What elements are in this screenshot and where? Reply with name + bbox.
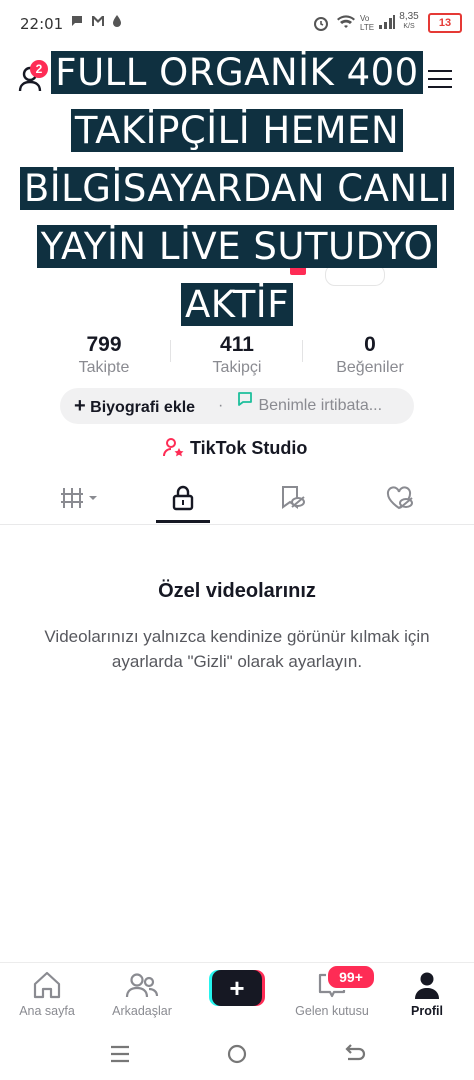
- overlay-caption: FULL ORGANİK 400 TAKİPÇİLİ HEMEN BİLGİSA…: [8, 44, 466, 334]
- stat-value: 0: [364, 333, 376, 356]
- overlay-line: YAYİN LİVE SUTUDYO: [36, 225, 438, 268]
- lock-icon: [169, 485, 197, 516]
- nav-home[interactable]: Ana sayfa: [2, 968, 92, 1018]
- bookmark-hidden-icon: [278, 486, 306, 516]
- overlay-line: FULL ORGANİK 400: [51, 51, 423, 94]
- add-bio-label: Biyografi ekle: [90, 399, 196, 416]
- stat-following[interactable]: 799 Takipte: [34, 333, 174, 377]
- stat-value: 411: [220, 333, 254, 356]
- tab-divider: [0, 524, 474, 525]
- wifi-icon: [336, 14, 356, 33]
- drop-icon: [112, 14, 122, 31]
- contact-label: Benimle irtibata...: [258, 397, 383, 414]
- net-speed-unit: K/S: [403, 23, 415, 30]
- nav-label: Arkadaşlar: [112, 1004, 172, 1018]
- bio-separator: ·: [218, 397, 224, 414]
- heart-hidden-icon: [385, 486, 415, 516]
- bottom-nav-divider: [0, 962, 474, 963]
- chat-icon: [236, 386, 254, 422]
- status-bar: 22:01 Vo LTE 8,35 K/S 13: [0, 0, 474, 46]
- net-speed-value: 8,35: [399, 11, 419, 22]
- home-circle-icon[interactable]: [217, 1040, 257, 1068]
- tiktok-studio-button[interactable]: TikTok Studio: [160, 436, 320, 460]
- tab-liked[interactable]: [385, 484, 413, 512]
- stat-followers[interactable]: 411 Takipçi: [167, 333, 307, 377]
- status-time: 22:01: [20, 15, 64, 33]
- overlay-line: TAKİPÇİLİ HEMEN: [70, 109, 404, 152]
- nav-label: Ana sayfa: [19, 1004, 75, 1018]
- empty-state-title: Özel videolarınız: [158, 580, 316, 602]
- message-icon: [70, 14, 84, 31]
- recent-apps-icon[interactable]: [100, 1040, 140, 1068]
- overlay-line: BİLGİSAYARDAN CANLI: [19, 167, 455, 210]
- nav-label: Gelen kutusu: [295, 1004, 369, 1018]
- add-bio-button[interactable]: + Biyografi ekle: [74, 388, 195, 426]
- stat-value: 799: [86, 333, 122, 356]
- stat-label: Takipte: [78, 359, 130, 376]
- nav-label: Profil: [411, 1004, 443, 1018]
- studio-label: TikTok Studio: [190, 438, 308, 458]
- nav-friends[interactable]: Arkadaşlar: [97, 968, 187, 1018]
- home-icon: [31, 970, 63, 1003]
- stat-label: Beğeniler: [336, 359, 404, 376]
- net-speed: 8,35 K/S: [398, 12, 420, 32]
- studio-icon: [162, 436, 186, 465]
- create-button[interactable]: +: [209, 970, 265, 1006]
- stat-label: Takipçi: [212, 359, 262, 376]
- battery-indicator: 13: [428, 13, 462, 33]
- tab-reposts[interactable]: [278, 484, 306, 512]
- active-tab-indicator: [156, 520, 210, 523]
- mail-icon: [90, 14, 106, 31]
- overlay-line: AKTİF: [181, 283, 293, 326]
- profile-icon: [412, 970, 442, 1003]
- signal-icon: [378, 14, 396, 33]
- inbox-badge: 99+: [326, 964, 376, 990]
- network-type: Vo LTE: [360, 14, 375, 32]
- back-icon[interactable]: [334, 1040, 374, 1068]
- plus-icon: +: [74, 395, 86, 417]
- tab-private[interactable]: [169, 484, 197, 512]
- friends-icon: [125, 970, 159, 1003]
- bio-pill: + Biyografi ekle · Benimle irtibata...: [60, 388, 414, 424]
- plus-icon: +: [212, 970, 262, 1006]
- tab-videos[interactable]: [60, 484, 100, 512]
- alarm-icon: [312, 14, 330, 35]
- contact-button[interactable]: Benimle irtibata...: [236, 388, 382, 424]
- stat-likes[interactable]: 0 Beğeniler: [300, 333, 440, 377]
- nav-profile[interactable]: Profil: [382, 968, 472, 1018]
- empty-state-body: Videolarınızı yalnızca kendinize görünür…: [44, 627, 430, 671]
